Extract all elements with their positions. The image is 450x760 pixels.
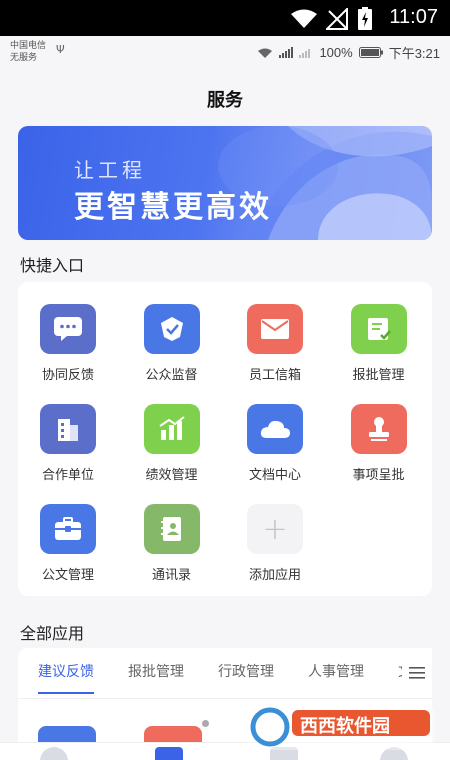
phone-status-bar: 中国电信 无服务 Ψ 100% 下午3:21 — [0, 36, 450, 66]
phone-status-right: 100% 下午3:21 — [257, 43, 440, 62]
quick-item-employee-mailbox[interactable]: 员工信箱 — [225, 282, 329, 383]
contacts-book-icon — [143, 504, 200, 554]
battery-charging-icon — [358, 7, 372, 30]
battery-percent: 100% — [319, 45, 353, 60]
quick-item-label: 员工信箱 — [248, 368, 301, 383]
quick-item-label: 绩效管理 — [145, 468, 198, 483]
quick-item-label: 合作单位 — [41, 468, 94, 483]
quick-item-label: 通讯录 — [151, 568, 191, 583]
envelope-icon — [247, 304, 303, 354]
approval-doc-icon — [350, 304, 407, 354]
carrier-status: 无服务 — [10, 52, 38, 62]
tab-approval-management[interactable]: 报批管理 — [128, 648, 184, 698]
nav-service-icon[interactable] — [155, 747, 183, 760]
quick-item-collab-feedback[interactable]: 协同反馈 — [18, 282, 122, 383]
all-apps-title: 全部应用 — [20, 624, 85, 643]
promo-banner[interactable]: 让工程 更智慧更高效 — [18, 126, 432, 240]
building-icon — [40, 404, 96, 454]
wifi-icon — [258, 48, 273, 58]
page-title: 服务 — [207, 90, 243, 111]
wifi-icon — [291, 9, 317, 28]
system-status-bar: 11:07 — [0, 0, 450, 36]
system-clock: 11:07 — [389, 6, 438, 28]
briefcase-icon — [40, 504, 96, 554]
carrier-name: 中国电信 — [10, 40, 47, 50]
quick-item-public-supervision[interactable]: 公众监督 — [122, 282, 226, 383]
main-content: 让工程 更智慧更高效 快捷入口 协同反馈 公众监督 员工信箱 报批管理 合作单位… — [0, 126, 450, 760]
quick-item-label: 公众监督 — [145, 368, 198, 383]
usb-icon: Ψ — [56, 43, 65, 56]
watermark-subtext: CR173.COM — [348, 737, 409, 747]
stamp-icon — [350, 404, 407, 454]
cloud-icon — [247, 404, 303, 454]
watermark-text: 西西软件园 — [300, 716, 390, 737]
banner-line1: 让工程 — [74, 158, 146, 182]
app-header: 服务 — [0, 66, 450, 126]
quick-entry-grid: 协同反馈 公众监督 员工信箱 报批管理 合作单位 绩效管理 文档中心 事项呈批 … — [18, 282, 433, 583]
quick-item-document-center[interactable]: 文档中心 — [225, 382, 329, 483]
shield-check-icon — [143, 304, 200, 354]
watermark-logo: 西西软件园 CR173.COM — [248, 704, 434, 750]
quick-item-label: 公文管理 — [41, 568, 94, 583]
quick-item-label: 报批管理 — [352, 368, 405, 383]
plus-icon: + — [247, 504, 303, 554]
quick-entry-card: 协同反馈 公众监督 员工信箱 报批管理 合作单位 绩效管理 文档中心 事项呈批 … — [18, 282, 432, 596]
phone-clock: 下午3:21 — [388, 46, 440, 61]
menu-icon — [409, 667, 425, 679]
signal-2-icon — [299, 47, 313, 58]
bar-chart-icon — [143, 404, 200, 454]
tab-suggestion-feedback[interactable]: 建议反馈 — [38, 648, 94, 698]
quick-item-label: 协同反馈 — [41, 368, 94, 383]
quick-item-label: 添加应用 — [248, 568, 301, 583]
quick-item-official-document[interactable]: 公文管理 — [18, 482, 122, 583]
quick-item-contacts[interactable]: 通讯录 — [122, 482, 226, 583]
banner-line2: 更智慧更高效 — [74, 190, 272, 225]
quick-item-approval-management[interactable]: 报批管理 — [329, 282, 433, 383]
signal-icon — [279, 47, 294, 58]
quick-entry-title: 快捷入口 — [20, 256, 85, 275]
tab-hr-management[interactable]: 人事管理 — [308, 648, 364, 698]
nav-home-icon[interactable] — [40, 747, 68, 760]
quick-item-add-app[interactable]: + 添加应用 — [225, 482, 329, 583]
no-signal-icon — [326, 8, 348, 30]
quick-item-partner-units[interactable]: 合作单位 — [18, 382, 122, 483]
badge-dot — [202, 720, 209, 727]
quick-item-performance-management[interactable]: 绩效管理 — [122, 382, 226, 483]
battery-icon — [358, 47, 383, 58]
tab-menu-button[interactable] — [402, 648, 432, 698]
tab-admin-management[interactable]: 行政管理 — [218, 648, 274, 698]
quick-item-matter-approval[interactable]: 事项呈批 — [329, 382, 433, 483]
carrier-info: 中国电信 无服务 — [10, 39, 46, 63]
quick-item-label: 文档中心 — [248, 468, 301, 483]
quick-item-label: 事项呈批 — [352, 468, 405, 483]
tabs-divider — [18, 698, 432, 699]
category-tabs: 建议反馈 报批管理 行政管理 人事管理 文 — [18, 648, 432, 698]
chat-bubble-icon — [40, 304, 96, 354]
